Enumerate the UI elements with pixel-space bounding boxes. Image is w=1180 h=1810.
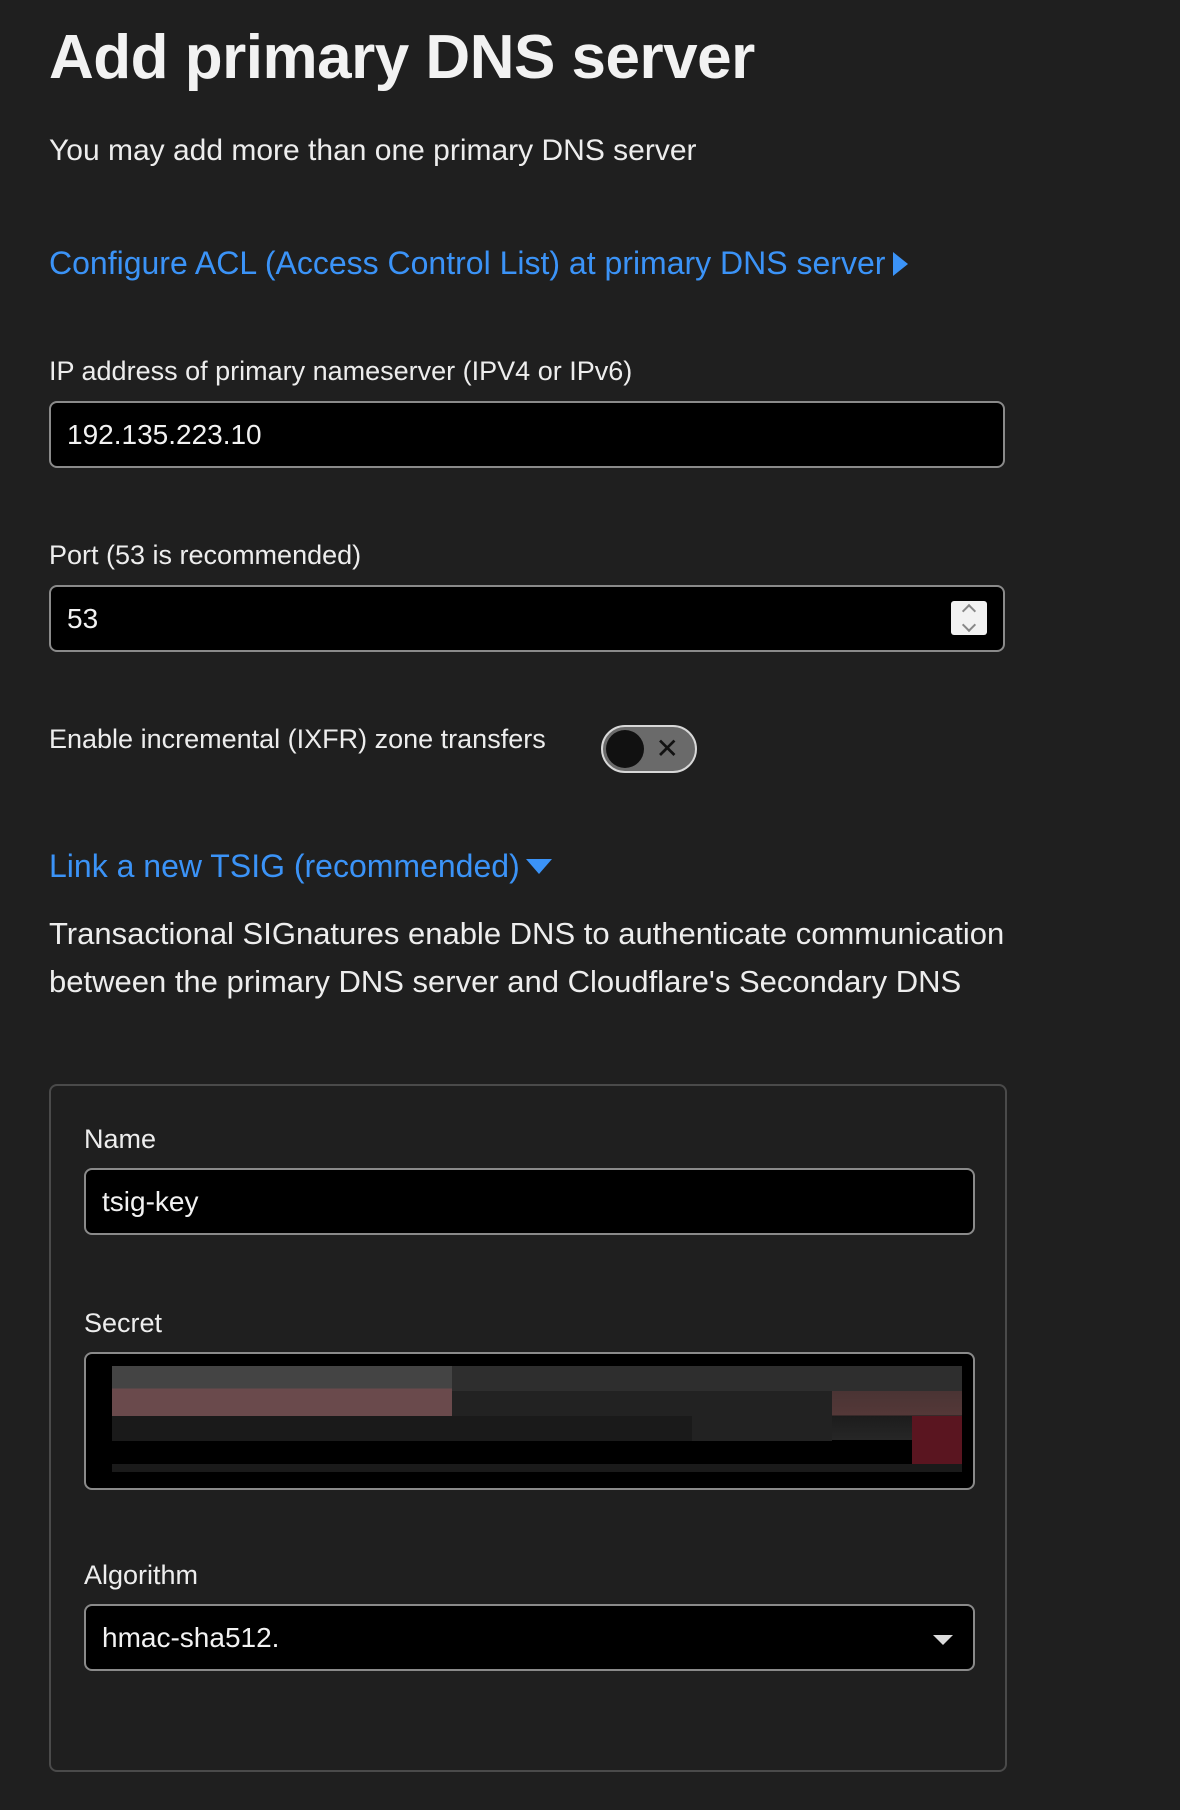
algorithm-label: Algorithm	[84, 1560, 199, 1590]
port-stepper[interactable]	[951, 601, 987, 635]
configure-acl-link[interactable]: Configure ACL (Access Control List) at p…	[49, 245, 909, 282]
port-label: Port (53 is recommended)	[49, 540, 362, 570]
ip-address-label: IP address of primary nameserver (IPV4 o…	[49, 356, 633, 386]
triangle-right-icon	[893, 251, 909, 276]
toggle-knob	[606, 730, 644, 768]
algorithm-selected-value: hmac-sha512.	[102, 1621, 280, 1653]
algorithm-select[interactable]: hmac-sha512.	[84, 1604, 975, 1671]
link-new-tsig-link[interactable]: Link a new TSIG (recommended)	[49, 848, 552, 885]
tsig-secret-input[interactable]	[84, 1352, 975, 1490]
tsig-name-label: Name	[84, 1124, 157, 1154]
configure-acl-link-label: Configure ACL (Access Control List) at p…	[49, 245, 886, 281]
x-icon: ✕	[655, 733, 679, 764]
ip-address-input[interactable]: 192.135.223.10	[49, 401, 1005, 468]
triangle-down-icon	[525, 859, 552, 874]
tsig-name-input[interactable]: tsig-key	[84, 1168, 975, 1235]
tsig-panel: Name tsig-key Secret Algorithm hmac-sha5…	[49, 1084, 1007, 1772]
port-value: 53	[67, 602, 99, 634]
ixfr-toggle-label: Enable incremental (IXFR) zone transfers	[49, 724, 546, 754]
page-title: Add primary DNS server	[49, 23, 755, 92]
page-subtitle: You may add more than one primary DNS se…	[49, 134, 697, 167]
ip-address-value: 192.135.223.10	[67, 418, 262, 450]
tsig-name-value: tsig-key	[102, 1185, 199, 1217]
ixfr-toggle[interactable]: ✕	[601, 725, 697, 773]
chevron-down-icon[interactable]	[961, 617, 977, 633]
link-new-tsig-label: Link a new TSIG (recommended)	[49, 848, 520, 884]
caret-down-icon	[933, 1635, 953, 1645]
port-input[interactable]: 53	[49, 585, 1005, 652]
tsig-description: Transactional SIGnatures enable DNS to a…	[49, 916, 1005, 999]
redacted-secret	[112, 1366, 962, 1478]
chevron-up-icon[interactable]	[961, 603, 977, 619]
tsig-secret-label: Secret	[84, 1308, 163, 1338]
